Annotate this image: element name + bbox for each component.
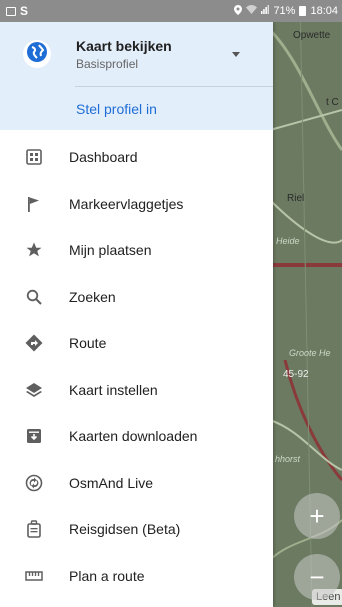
travel-guide-icon	[24, 519, 44, 539]
menu-item-label: Kaart instellen	[69, 381, 158, 398]
wifi-icon	[246, 5, 258, 17]
zoom-in-button[interactable]: +	[294, 493, 340, 539]
menu-item-label: Mijn plaatsen	[69, 242, 152, 259]
map-label: t C	[326, 97, 339, 108]
gallery-notification-icon	[6, 6, 16, 16]
configure-profile-link[interactable]: Stel profiel in	[76, 101, 157, 117]
chevron-down-icon[interactable]	[232, 52, 240, 57]
menu-item-label: Reisgidsen (Beta)	[69, 521, 181, 538]
menu-item-my-places[interactable]: Mijn plaatsen	[0, 227, 273, 274]
location-icon	[234, 4, 243, 18]
globe-icon	[26, 41, 48, 68]
navigation-drawer: Kaart bekijken Basisprofiel Stel profiel…	[0, 22, 273, 607]
profile-name: Kaart bekijken	[76, 38, 172, 54]
menu-item-download-maps[interactable]: Kaarten downloaden	[0, 413, 273, 460]
profile-avatar	[23, 40, 51, 68]
map-label: Groote He	[289, 348, 331, 358]
download-icon	[24, 426, 44, 446]
dashboard-icon	[24, 147, 44, 167]
menu-item-dashboard[interactable]: Dashboard	[0, 134, 273, 181]
battery-percent: 71%	[273, 5, 296, 17]
zoom-out-button[interactable]: −	[294, 554, 340, 600]
profile-header: Kaart bekijken Basisprofiel Stel profiel…	[0, 22, 273, 130]
menu-item-label: OsmAnd Live	[69, 474, 154, 491]
layers-icon	[24, 380, 44, 400]
map-label: Riel	[287, 193, 305, 204]
map-label: Opwette	[293, 30, 331, 41]
star-icon	[24, 240, 44, 260]
map-label: Heide	[276, 236, 300, 246]
menu-item-configure-map[interactable]: Kaart instellen	[0, 367, 273, 414]
menu-item-label: Markeervlaggetjes	[69, 195, 184, 212]
menu-item-label: Plan a route	[69, 567, 145, 584]
battery-icon	[299, 6, 307, 16]
ruler-icon	[24, 566, 44, 586]
menu-item-travel-guides[interactable]: Reisgidsen (Beta)	[0, 506, 273, 553]
profile-subtitle: Basisprofiel	[76, 57, 139, 71]
flag-icon	[24, 194, 44, 214]
search-icon	[24, 287, 44, 307]
menu-item-label: Kaarten downloaden	[69, 428, 198, 445]
status-bar: S 71% 18:04	[0, 0, 342, 22]
map-label: hhorst	[275, 454, 301, 464]
menu-item-plan-route[interactable]: Plan a route	[0, 553, 273, 600]
route-icon	[24, 333, 44, 353]
signal-icon	[261, 5, 270, 17]
menu-item-label: Route	[69, 335, 107, 352]
map-label: 45-92	[283, 369, 309, 380]
notification-letter: S	[20, 4, 29, 18]
clock: 18:04	[310, 5, 338, 17]
menu-item-markers[interactable]: Markeervlaggetjes	[0, 181, 273, 228]
menu-item-label: Dashboard	[69, 149, 138, 166]
menu-item-label: Zoeken	[69, 288, 116, 305]
menu-item-osmand-live[interactable]: OsmAnd Live	[0, 460, 273, 507]
menu-item-route[interactable]: Route	[0, 320, 273, 367]
profile-divider	[75, 86, 273, 87]
menu-item-search[interactable]: Zoeken	[0, 274, 273, 321]
live-update-icon	[24, 473, 44, 493]
drawer-menu: Dashboard Markeervlaggetjes Mijn plaatse…	[0, 134, 273, 599]
